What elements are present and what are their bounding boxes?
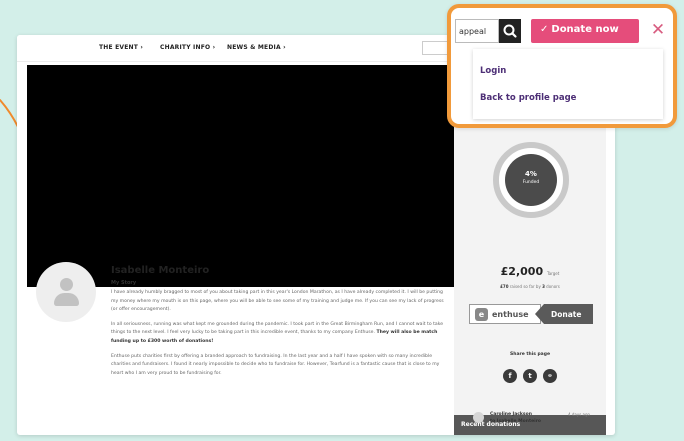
funded-progress-ring: 4% Funded bbox=[493, 142, 569, 218]
search-input[interactable] bbox=[455, 19, 499, 43]
enthuse-brand: e enthuse bbox=[469, 304, 541, 324]
video-player[interactable] bbox=[27, 65, 455, 287]
share-label: Share this page bbox=[510, 352, 550, 357]
donor-avatar bbox=[473, 412, 484, 423]
search-button[interactable] bbox=[499, 19, 521, 43]
enthuse-donate-widget[interactable]: e enthuse Donate bbox=[469, 304, 593, 324]
search-icon bbox=[503, 24, 517, 38]
funded-label: Funded bbox=[522, 180, 540, 185]
fundraiser-name: Isabelle Monteiro bbox=[111, 265, 210, 276]
raised-summary: £70 raised so far by 3 donors bbox=[500, 284, 560, 289]
story-section: Isabelle Monteiro My Story I have alread… bbox=[111, 265, 451, 384]
menu-item-login[interactable]: Login bbox=[480, 66, 506, 76]
header-actions-popup: ✓Donate now ✕ Login Back to profile page bbox=[447, 4, 677, 128]
close-icon[interactable]: ✕ bbox=[649, 18, 667, 42]
target-amount: £2,000 Target bbox=[500, 265, 560, 278]
link-icon[interactable]: ⚭ bbox=[543, 369, 557, 383]
profile-avatar bbox=[36, 262, 96, 322]
donation-entry: Caroline Jackson to Isabelle Monteiro bbox=[490, 412, 542, 424]
story-paragraph-3: Enthuse puts charities first by offering… bbox=[111, 353, 440, 376]
donation-time: 4 days ago bbox=[568, 412, 590, 417]
story-heading: My Story bbox=[111, 280, 137, 286]
account-dropdown-menu: Login Back to profile page bbox=[473, 49, 663, 119]
sidebar-donate-button[interactable]: Donate bbox=[535, 304, 593, 324]
twitter-icon[interactable]: t bbox=[523, 369, 537, 383]
nav-charity-info[interactable]: CHARITY INFO › bbox=[160, 44, 215, 51]
donate-now-button[interactable]: ✓ Donate now bbox=[531, 19, 639, 43]
funded-percent: 4% bbox=[525, 170, 537, 178]
story-paragraph-1: I have already humbly bragged to most of… bbox=[111, 290, 444, 313]
enthuse-logo-icon: e bbox=[475, 308, 488, 321]
nav-the-event[interactable]: THE EVENT › bbox=[99, 44, 143, 51]
donation-sidebar: 4% Funded £2,000 Target £70 raised so fa… bbox=[454, 97, 606, 435]
facebook-icon[interactable]: f bbox=[503, 369, 517, 383]
story-paragraph-2: In all seriousness, running was what kep… bbox=[111, 321, 444, 344]
nav-news-media[interactable]: NEWS & MEDIA › bbox=[227, 44, 286, 51]
checkmark-icon: ✓ bbox=[540, 24, 549, 35]
menu-item-back-to-profile[interactable]: Back to profile page bbox=[480, 93, 576, 103]
